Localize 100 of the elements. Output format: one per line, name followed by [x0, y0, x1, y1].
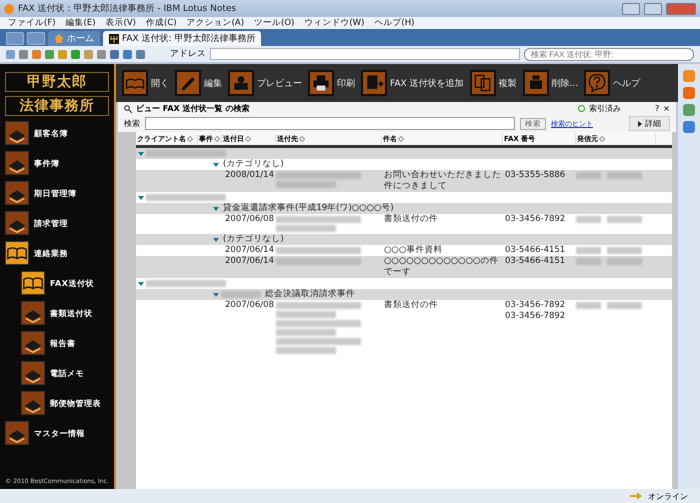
sort-icon[interactable] [398, 136, 404, 142]
close-button[interactable]: × [663, 104, 670, 113]
subject-cell-text: 書類送付の件 [383, 300, 439, 311]
sidebar-item[interactable]: 連絡業務 [5, 240, 109, 266]
sidebar-item[interactable]: 電話メモ [21, 360, 109, 386]
action-button[interactable]: 削除... [522, 70, 578, 96]
redacted-text [607, 302, 642, 309]
redacted-text [607, 216, 642, 223]
search-field[interactable]: 検索 FAX 送付状: 甲野: [524, 48, 694, 60]
copy-icon [470, 70, 496, 96]
fax-cell-text: 03-3456-7892 [504, 311, 566, 322]
sidebar-item[interactable]: 顧客名簿 [5, 120, 109, 146]
redacted-text [221, 291, 261, 298]
action-button[interactable]: ヘルプ [584, 70, 640, 96]
open-list-button[interactable] [27, 32, 45, 45]
redacted-text [576, 216, 601, 223]
close-button[interactable] [666, 2, 696, 14]
pane-title: ビュー FAX 送付状一覧 の検索 [136, 103, 250, 114]
details-button[interactable]: 詳細 [629, 116, 670, 131]
search-icon [124, 104, 132, 112]
window-title: FAX 送付状：甲野太郎法律事務所 - IBM Lotus Notes [18, 2, 238, 15]
sort-icon[interactable] [187, 136, 193, 142]
redacted-text [276, 181, 336, 188]
address-field[interactable] [210, 48, 520, 60]
sidebar-item[interactable]: マスター情報 [5, 420, 109, 446]
menu-item[interactable]: 作成(C) [146, 17, 177, 29]
action-button[interactable]: FAX 送付状を追加 [361, 70, 464, 96]
action-button[interactable]: 開く [122, 70, 169, 96]
sidebar-item[interactable]: 事件簿 [5, 150, 109, 176]
sort-icon[interactable] [214, 136, 220, 142]
category-label: (カテゴリなし) [222, 159, 285, 170]
subject-cell-text: ○○○事件資料 [383, 245, 444, 256]
fax-cell-text: 03-5466-4151 [504, 245, 566, 256]
redacted-text [607, 258, 642, 265]
redacted-text [576, 258, 601, 265]
app-icon [4, 4, 14, 14]
logo-text: 法律事務所 [5, 96, 109, 116]
tab[interactable]: FAX 送付状: 甲野太郎法律事務所 [103, 31, 262, 46]
status-dot [578, 105, 586, 112]
menu-item[interactable]: アクション(A) [186, 17, 244, 29]
subject-cell-text: ○○○○○○○○○○○○○の件でーす [383, 256, 500, 278]
sidebar-item[interactable]: 請求管理 [5, 210, 109, 236]
fax-cell-text: 03-5355-5886 [504, 170, 566, 181]
maximize-button[interactable] [644, 2, 662, 14]
date-cell-text: 2007/06/14 [224, 256, 275, 267]
arrow-icon [630, 492, 642, 500]
category-label: 貸金返還請求事件(平成19年(ワ)○○○○号) [222, 203, 395, 214]
bookmark-button[interactable] [6, 32, 24, 45]
redacted-text [276, 329, 336, 336]
triangle-icon [638, 120, 642, 126]
fax-cell-text: 03-3456-7892 [504, 300, 566, 311]
app-logo-icon [109, 34, 119, 44]
action-button[interactable]: 編集 [175, 70, 222, 96]
category-label: (カテゴリなし) [222, 234, 285, 245]
action-button[interactable]: 印刷 [308, 70, 355, 96]
help-button[interactable]: ? [655, 104, 660, 113]
menu-item[interactable]: ウィンドウ(W) [304, 17, 364, 29]
logo-text: 甲野太郎 [5, 72, 109, 92]
redacted-text [576, 302, 601, 309]
menu-item[interactable]: ヘルプ(H) [374, 17, 414, 29]
print-icon [308, 70, 334, 96]
menu-item[interactable]: ファイル(F) [8, 17, 56, 29]
minimize-button[interactable] [622, 2, 640, 14]
redacted-text [607, 172, 642, 179]
menu-item[interactable]: 編集(E) [66, 17, 96, 29]
online-status[interactable]: オンライン [648, 490, 688, 502]
redacted-text [276, 347, 336, 354]
add-icon [361, 70, 387, 96]
fax-cell-text: 03-5466-4151 [504, 256, 566, 267]
action-button[interactable]: 複製 [470, 70, 517, 96]
menu-item[interactable]: 表示(V) [106, 17, 136, 29]
help-icon [584, 70, 610, 96]
menu-item[interactable]: ツール(O) [254, 17, 294, 29]
redacted-text [276, 225, 336, 232]
sort-icon[interactable] [245, 136, 251, 142]
home-icon [54, 34, 64, 43]
edit-icon [175, 70, 201, 96]
tab[interactable]: ホーム [48, 31, 100, 46]
fax-cell-text: 03-3456-7892 [504, 214, 566, 225]
action-button[interactable]: プレビュー [228, 70, 302, 96]
subject-cell-text: お問い合わせいただきました件につきまして [383, 170, 502, 192]
sidebar-item[interactable]: 書類送付状 [21, 300, 109, 326]
category-label: 総会決議取消請求事件 [264, 289, 356, 300]
preview-icon [228, 70, 254, 96]
redacted-text [576, 247, 601, 254]
redacted-text [576, 172, 601, 179]
sort-icon[interactable] [299, 136, 305, 142]
redacted-text [607, 247, 642, 254]
delete-icon [522, 70, 549, 96]
date-cell-text: 2007/06/08 [224, 300, 275, 311]
sidebar-item[interactable]: 期日管理簿 [5, 180, 109, 206]
sidebar-item[interactable]: FAX送付状 [21, 270, 109, 296]
search-field[interactable] [145, 117, 515, 130]
date-cell-text: 2008/01/14 [224, 170, 275, 181]
sidebar-item[interactable]: 郵便物管理表 [21, 390, 109, 416]
subject-cell-text: 書類送付の件 [383, 214, 439, 225]
sort-icon[interactable] [599, 136, 605, 142]
open-icon [122, 70, 148, 96]
sidebar-item[interactable]: 報告書 [21, 330, 109, 356]
search-label: 検索 [124, 118, 140, 129]
